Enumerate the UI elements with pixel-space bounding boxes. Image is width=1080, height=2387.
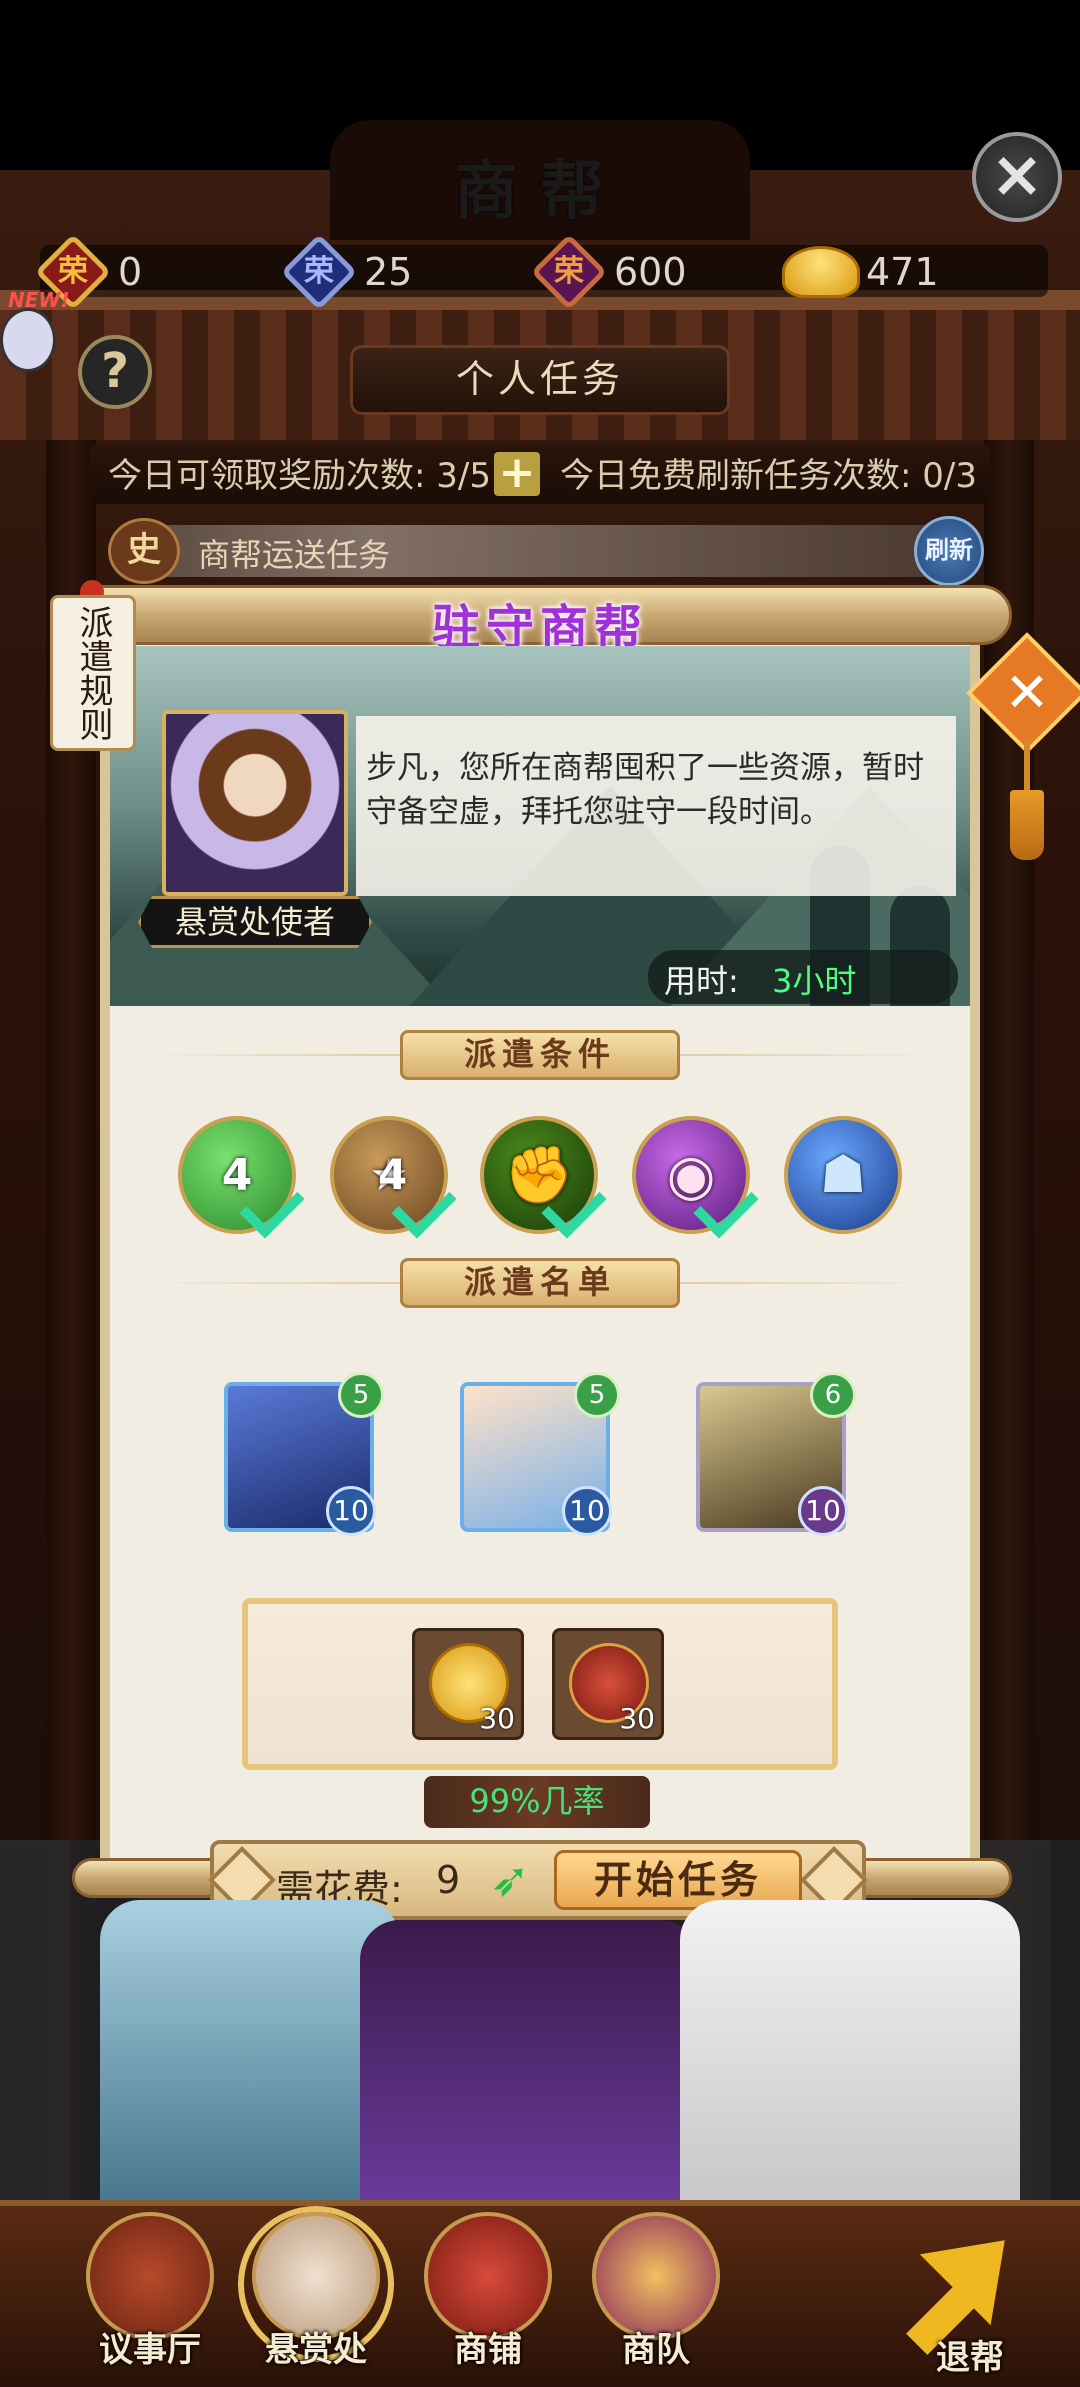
- cost-value: 9: [436, 1858, 461, 1902]
- hero-card-3[interactable]: 6 10: [696, 1372, 856, 1536]
- reward-box: [242, 1598, 838, 1770]
- condition-eye[interactable]: ◉: [632, 1116, 759, 1239]
- currency-value: 600: [614, 250, 687, 294]
- currency-glory-purple: 荣 600: [530, 232, 687, 312]
- glory-blue-icon: 荣: [280, 233, 358, 311]
- success-rate: 99%几率: [424, 1776, 650, 1828]
- reward-gold-coin[interactable]: 30: [412, 1628, 524, 1740]
- condition-blue-mask[interactable]: ☗: [784, 1116, 902, 1234]
- council-hall-icon: [86, 2212, 214, 2340]
- conditions-title: 派遣条件: [400, 1030, 680, 1080]
- nav-caravan[interactable]: 商队: [586, 2212, 726, 2372]
- close-icon: ×: [990, 138, 1044, 212]
- nav-bounty[interactable]: 悬赏处: [246, 2212, 386, 2372]
- question-icon: ?: [101, 343, 129, 399]
- tab-personal-tasks[interactable]: 个人任务: [350, 345, 730, 415]
- currency-glory-blue: 荣 25: [280, 232, 412, 312]
- condition-fist[interactable]: ✊: [480, 1116, 607, 1239]
- nav-shop[interactable]: 商铺: [418, 2212, 558, 2372]
- currency-value: 0: [118, 250, 143, 294]
- refresh-count-text: 今日免费刷新任务次数: 0/3: [560, 456, 977, 496]
- hero-level: 10: [326, 1486, 376, 1536]
- glory-purple-icon: 荣: [530, 233, 608, 311]
- bounty-icon: [252, 2212, 380, 2340]
- hero-stars: 6: [810, 1372, 856, 1418]
- roster-title: 派遣名单: [400, 1258, 680, 1308]
- help-button[interactable]: ?: [78, 335, 152, 409]
- hero-level: 10: [562, 1486, 612, 1536]
- npc-portrait: [162, 710, 348, 896]
- add-claims-button[interactable]: +: [494, 451, 540, 496]
- hero-level: 10: [798, 1486, 848, 1536]
- hero-card-1[interactable]: 5 10: [224, 1372, 384, 1536]
- hero-stars: 5: [574, 1372, 620, 1418]
- currency-value: 25: [364, 250, 413, 294]
- currency-value: 471: [866, 250, 939, 294]
- reward-glory-coin[interactable]: 30: [552, 1628, 664, 1740]
- nav-exit[interactable]: 退帮: [890, 2204, 1050, 2378]
- hero-card-2[interactable]: 5 10: [460, 1372, 620, 1536]
- dispatch-rules-tab[interactable]: 派遣规则: [50, 595, 136, 751]
- task-label: 商帮运送任务: [198, 536, 391, 574]
- close-icon: ✕: [1004, 661, 1050, 724]
- page-title: 商帮: [454, 155, 626, 229]
- refresh-button[interactable]: 刷新: [914, 516, 984, 586]
- hero-stars: 5: [338, 1372, 384, 1418]
- mascot-icon: [0, 308, 56, 372]
- tassel-fringe: [1010, 790, 1044, 860]
- new-badge[interactable]: NEW!: [0, 288, 78, 388]
- character-backs: [60, 1900, 1040, 2200]
- epic-badge: 史: [108, 518, 180, 584]
- gold-ingot-icon: [782, 233, 860, 311]
- npc-name: 悬赏处使者: [138, 896, 372, 948]
- currency-gold-ingot: 471: [782, 232, 939, 312]
- close-button[interactable]: ×: [972, 132, 1062, 222]
- shop-icon: [424, 2212, 552, 2340]
- claim-count-text: 今日可领取奖励次数: 3/5: [108, 456, 491, 496]
- green-orb-icon: 4: [221, 1149, 253, 1201]
- condition-green-orb[interactable]: 4: [178, 1116, 305, 1239]
- caravan-icon: [592, 2212, 720, 2340]
- condition-star[interactable]: ★ 4: [330, 1116, 457, 1239]
- blue-mask-icon: ☗: [819, 1145, 867, 1205]
- nav-council-hall[interactable]: 议事厅: [80, 2212, 220, 2372]
- dialog-text: 步凡，您所在商帮囤积了一些资源，暂时守备空虚，拜托您驻守一段时间。: [366, 750, 924, 830]
- time-label: 用时:: [664, 962, 739, 1000]
- time-value: 3小时: [772, 962, 857, 1000]
